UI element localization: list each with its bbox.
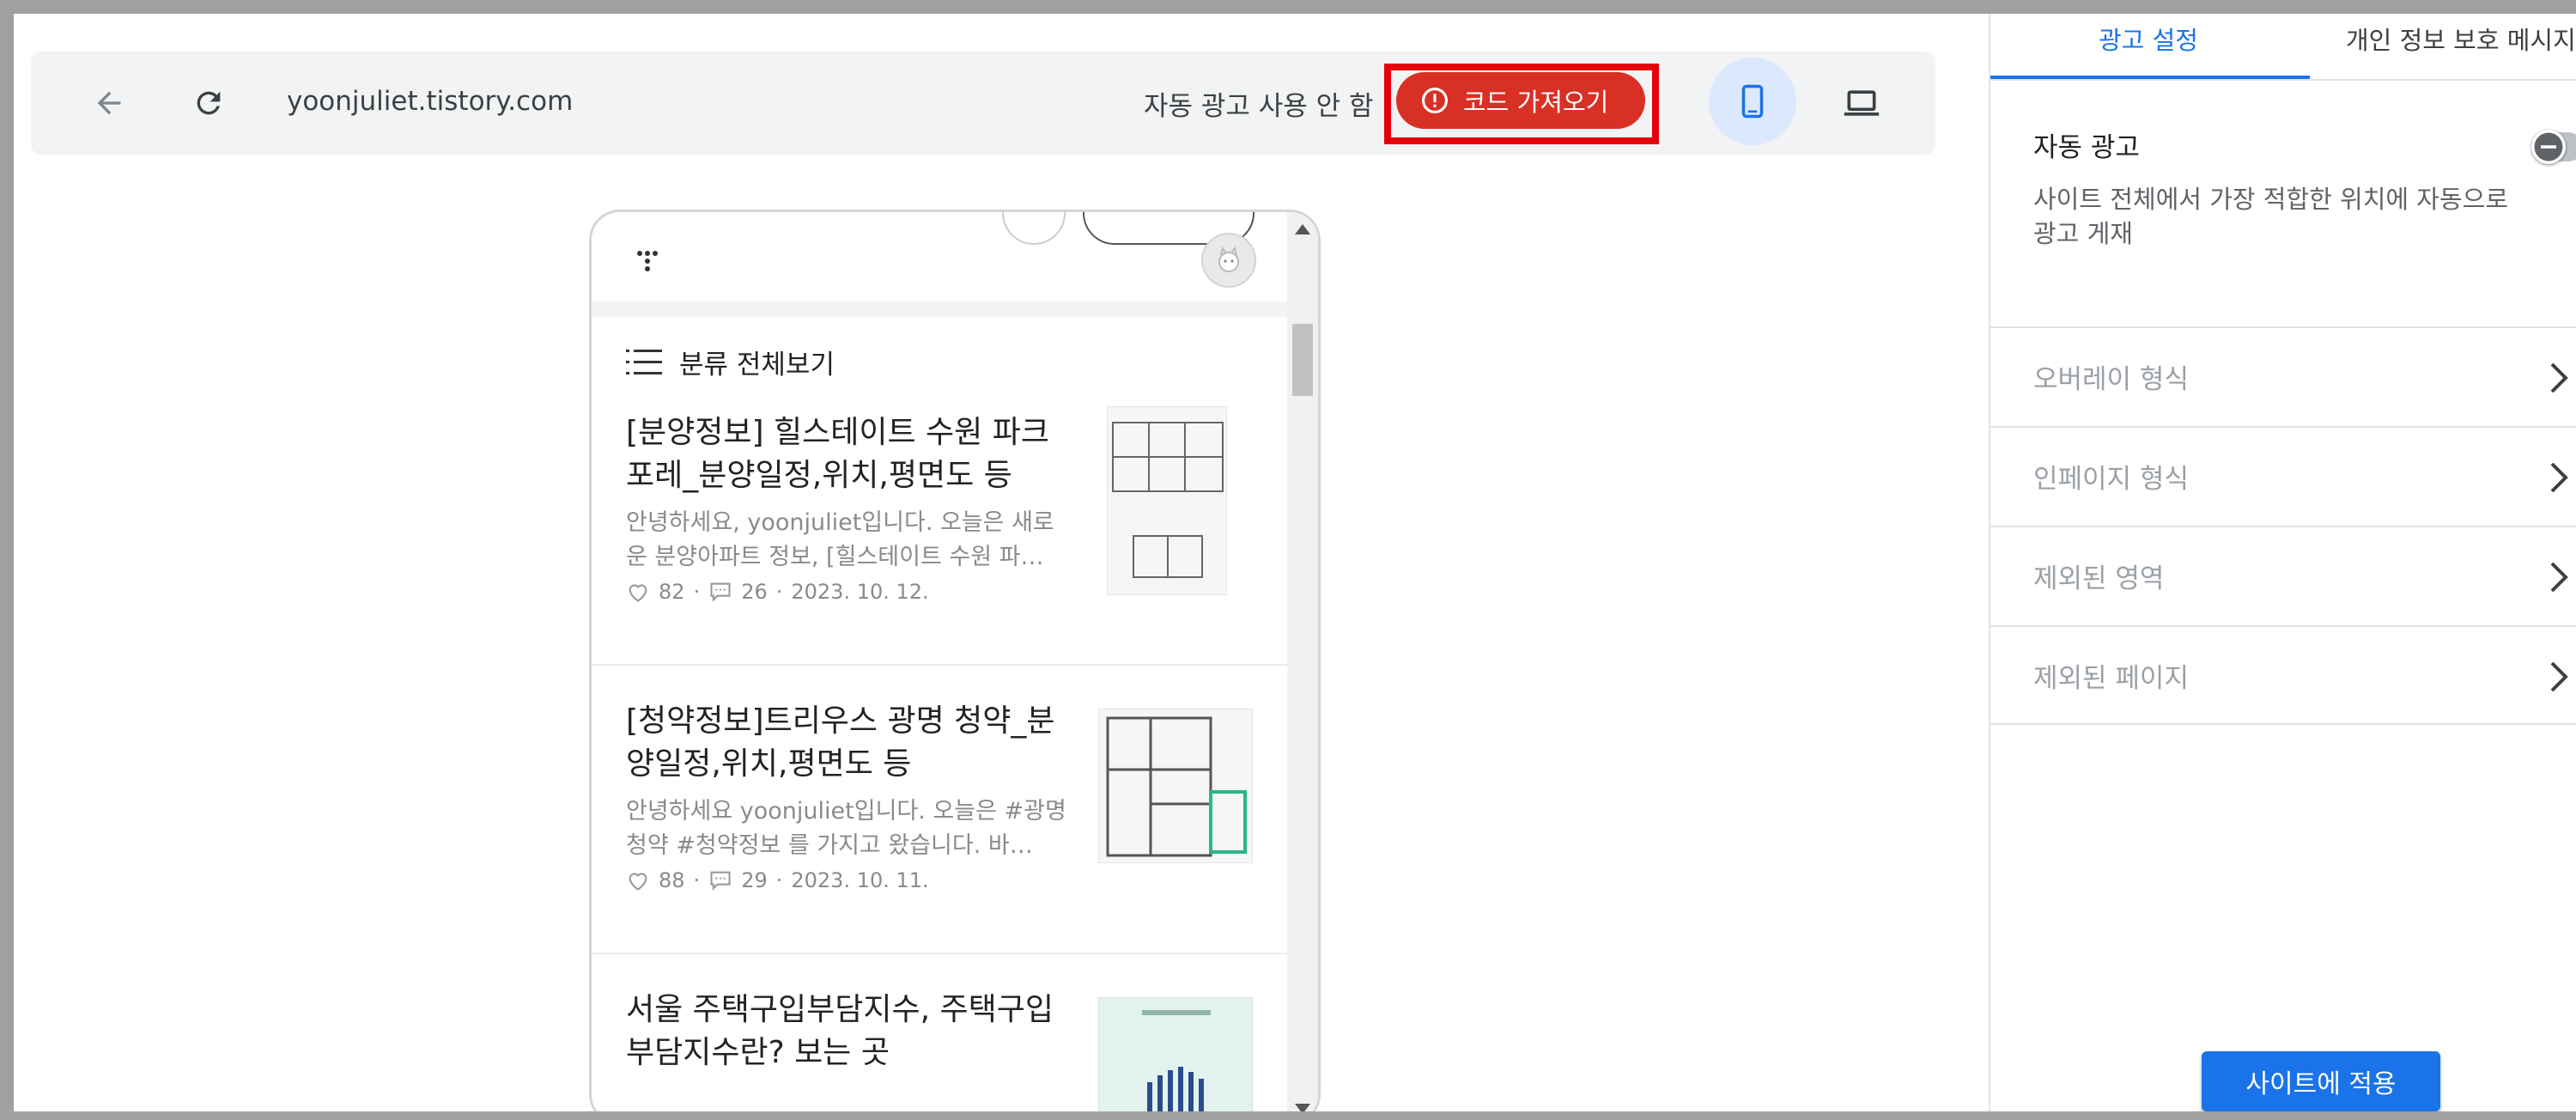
post-thumbnail[interactable]	[1107, 406, 1227, 595]
comment-count: 29	[741, 868, 768, 892]
chat-bubble-icon[interactable]	[1002, 212, 1066, 245]
post-excerpt: 안녕하세요, yoonjuliet입니다. 오늘은 새로운 분양아파트 정보, …	[626, 509, 1054, 570]
tistory-logo-icon	[636, 250, 659, 276]
alert-circle-icon	[1420, 86, 1449, 115]
avatar[interactable]	[1201, 233, 1256, 288]
preview-scrollbar[interactable]	[1287, 212, 1318, 1111]
desktop-view-button[interactable]	[1827, 69, 1896, 137]
category-all-link[interactable]: 분류 전체보기	[626, 343, 835, 381]
preview-toolbar: yoonjuliet.tistory.com 자동 광고 사용 안 함 코드 가…	[31, 52, 1935, 155]
tabs-divider	[1990, 79, 2576, 81]
post-excerpt: 안녕하세요 yoonjuliet입니다. 오늘은 #광명청약 #청약정보 를 가…	[626, 798, 1066, 859]
scrollbar-thumb[interactable]	[1292, 324, 1313, 396]
post-title[interactable]: [분양정보] 힐스테이트 수원 파크 포레_분양일정,위치,평면도 등	[626, 411, 1072, 497]
scroll-up-icon[interactable]	[1295, 224, 1310, 234]
laptop-icon	[1839, 84, 1884, 122]
post-title[interactable]: [청약정보]트리우스 광명 청약_분양일정,위치,평면도 등	[626, 700, 1072, 786]
post-thumbnail[interactable]	[1098, 997, 1253, 1111]
post-date: 2023. 10. 12.	[791, 580, 929, 604]
apply-to-site-button[interactable]: 사이트에 적용	[2202, 1051, 2440, 1111]
header-divider	[592, 301, 1289, 317]
option-label: 제외된 영역	[2033, 563, 2165, 594]
category-all-label: 분류 전체보기	[679, 350, 835, 380]
option-inpage-format[interactable]: 인페이지 형식	[1990, 426, 2576, 526]
mobile-phone-icon	[1735, 81, 1771, 122]
chevron-right-icon	[2547, 460, 2571, 498]
auto-ad-toggle[interactable]	[2531, 130, 2576, 164]
ad-settings-panel: 광고 설정 개인 정보 보호 메시지 자동 광고 사이트 전체에서 가장 적합한…	[1989, 14, 2576, 1111]
active-tab-indicator	[1990, 76, 2310, 79]
list-item[interactable]: [청약정보]트리우스 광명 청약_분양일정,위치,평면도 등 안녕하세요 yoo…	[592, 666, 1289, 954]
post-title[interactable]: 서울 주택구입부담지수, 주택구입부담지수란? 보는 곳	[626, 989, 1072, 1074]
mobile-view-button[interactable]	[1709, 58, 1796, 145]
separator-dot: ·	[775, 868, 783, 892]
list-icon	[626, 348, 662, 377]
scroll-down-icon[interactable]	[1295, 1104, 1310, 1111]
option-label: 인페이지 형식	[2033, 464, 2189, 495]
tab-ad-settings[interactable]: 광고 설정	[2099, 21, 2198, 57]
back-arrow-icon[interactable]	[79, 73, 139, 133]
chevron-right-icon	[2547, 560, 2571, 598]
chevron-right-icon	[2547, 660, 2571, 697]
get-code-label: 코드 가져오기	[1463, 88, 1609, 117]
post-thumbnail[interactable]	[1098, 709, 1253, 863]
list-item[interactable]: [분양정보] 힐스테이트 수원 파크 포레_분양일정,위치,평면도 등 안녕하세…	[592, 377, 1289, 666]
auto-ad-title: 자동 광고	[2033, 132, 2140, 163]
separator-dot: ·	[693, 580, 701, 604]
list-item[interactable]: 서울 주택구입부담지수, 주택구입부담지수란? 보는 곳	[592, 954, 1289, 1111]
like-count: 82	[659, 580, 685, 604]
option-label: 제외된 페이지	[2033, 663, 2189, 694]
heart-icon	[626, 869, 650, 892]
option-excluded-pages[interactable]: 제외된 페이지	[1990, 625, 2576, 725]
toggle-knob[interactable]	[2531, 130, 2566, 164]
comment-count: 26	[741, 580, 768, 604]
post-meta: 88 · 29 · 2023. 10. 11.	[626, 868, 929, 892]
separator-dot: ·	[693, 868, 701, 892]
heart-icon	[626, 581, 650, 603]
separator-dot: ·	[775, 580, 783, 604]
option-excluded-areas[interactable]: 제외된 영역	[1990, 526, 2576, 625]
post-date: 2023. 10. 11.	[791, 868, 929, 892]
auto-ad-status-text: 자동 광고 사용 안 함	[1144, 91, 1374, 122]
comment-icon	[708, 869, 732, 892]
chevron-right-icon	[2547, 361, 2571, 399]
like-count: 88	[659, 868, 685, 892]
reload-icon[interactable]	[179, 73, 239, 133]
site-url: yoonjuliet.tistory.com	[287, 86, 574, 117]
get-code-button[interactable]: 코드 가져오기	[1396, 72, 1645, 129]
minus-icon	[2533, 131, 2564, 162]
tab-privacy-message[interactable]: 개인 정보 보호 메시지	[2346, 21, 2576, 57]
post-list: 분류 전체보기 [분양정보] 힐스테이트 수원 파크 포레_분양일정,위치,평면…	[592, 317, 1289, 1111]
auto-ad-description: 사이트 전체에서 가장 적합한 위치에 자동으로 광고 게재	[2033, 185, 2509, 248]
mobile-preview: 분류 전체보기 [분양정보] 힐스테이트 수원 파크 포레_분양일정,위치,평면…	[589, 210, 1321, 1111]
option-label: 오버레이 형식	[2033, 364, 2189, 395]
comment-icon	[708, 581, 732, 603]
blog-header	[592, 212, 1318, 301]
option-overlay-format[interactable]: 오버레이 형식	[1990, 326, 2576, 426]
browser-window: yoonjuliet.tistory.com 자동 광고 사용 안 함 코드 가…	[14, 14, 2576, 1111]
post-meta: 82 · 26 · 2023. 10. 12.	[626, 580, 929, 604]
